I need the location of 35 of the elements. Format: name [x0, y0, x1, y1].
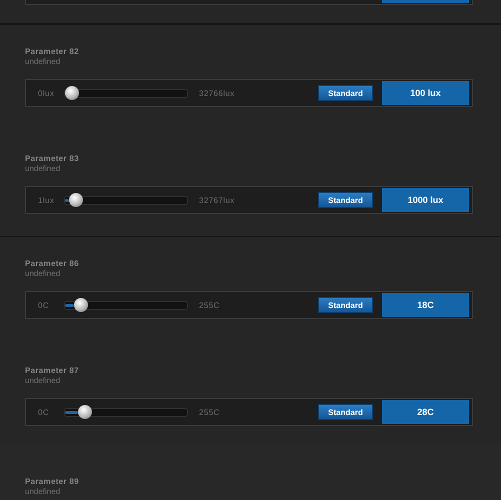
parameter-title: Parameter 89 [25, 476, 80, 487]
parameter-description: undefined [25, 269, 62, 279]
standard-button[interactable]: Standard [318, 192, 373, 208]
min-label: 0C [38, 408, 50, 416]
value-field[interactable] [382, 0, 469, 3]
slider-track[interactable] [64, 88, 188, 98]
parameter-title: Parameter 86 [25, 258, 80, 269]
max-label: 32766lux [199, 88, 235, 98]
slider-track[interactable] [64, 196, 188, 204]
max-label: 255C [199, 408, 220, 416]
min-label: 0C [38, 300, 50, 310]
standard-button[interactable]: Standard [318, 297, 373, 313]
slider-thumb[interactable] [65, 86, 80, 100]
value-field[interactable]: 18C [382, 293, 469, 317]
value-field[interactable]: 100 lux [382, 81, 469, 105]
parameter-title: Parameter 82 [25, 46, 80, 57]
slider-track[interactable] [64, 300, 188, 310]
value-field[interactable]: 1000 lux [382, 188, 469, 212]
standard-button[interactable]: Standard [318, 404, 373, 420]
parameter-description: undefined [25, 376, 62, 386]
parameter-description: undefined [25, 487, 62, 497]
parameter-title: Parameter 83 [25, 153, 80, 164]
min-label: 1lux [38, 196, 56, 204]
max-label: 32767lux [199, 196, 235, 204]
slider-thumb[interactable] [68, 192, 83, 206]
parameter-description: undefined [25, 164, 62, 174]
parameter-title: Parameter 87 [25, 365, 80, 376]
min-label: 0lux [38, 88, 56, 98]
parameter-description: undefined [25, 57, 62, 67]
standard-button[interactable]: Standard [318, 85, 373, 101]
value-field[interactable]: 28C [382, 400, 469, 424]
max-label: 255C [199, 300, 220, 310]
slider-thumb[interactable] [74, 298, 88, 312]
slider-thumb[interactable] [78, 404, 92, 418]
slider-track[interactable] [64, 408, 188, 416]
